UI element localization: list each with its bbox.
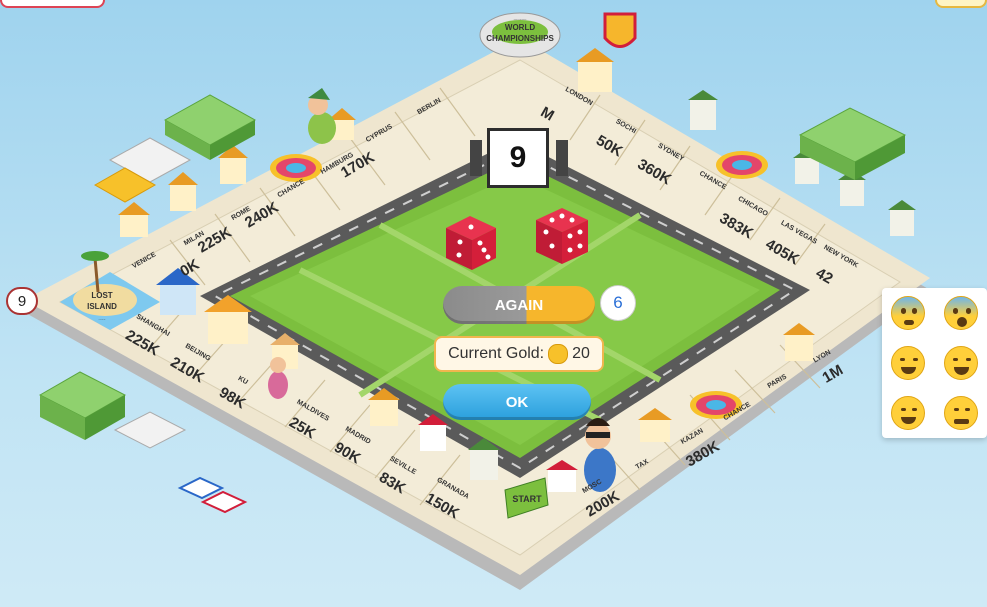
current-gold-amount: 20: [572, 345, 590, 362]
world-championships-label-2: CHAMPIONSHIPS: [486, 34, 554, 43]
ok-button-label: OK: [505, 393, 529, 411]
lost-island-label: LOST: [91, 291, 112, 300]
again-button-label: AGAIN: [494, 296, 544, 314]
crying-emoji-icon[interactable]: [943, 346, 978, 380]
gold-coin-icon: [548, 344, 569, 364]
dice-total-display: 9: [487, 128, 549, 188]
chance-wheel-icon: [716, 151, 768, 179]
card-icon: [177, 476, 248, 514]
angry-emoji-icon[interactable]: [943, 396, 978, 430]
world-championships-label: WORLD: [505, 23, 535, 32]
dice-counter-post-right: [556, 140, 568, 176]
chance-wheel-icon: [270, 154, 322, 182]
player-avatar-pink: [268, 357, 288, 399]
start-label: START: [512, 494, 542, 504]
current-gold-label: Current Gold:: [448, 345, 545, 362]
emoji-panel: [882, 288, 987, 438]
palm-leaves: [81, 251, 109, 261]
player-avatar-green: [308, 88, 336, 144]
fearful-emoji-icon[interactable]: [891, 296, 926, 330]
ok-button[interactable]: OK: [443, 384, 591, 420]
screaming-emoji-icon[interactable]: [943, 296, 978, 330]
current-gold-display: Current Gold: 20: [434, 336, 604, 372]
lost-island-counter: 9: [6, 287, 38, 315]
again-remaining-badge: 6: [600, 285, 636, 321]
dice-counter-post-left: [470, 140, 482, 176]
grinning-emoji-icon[interactable]: [891, 396, 926, 430]
lost-island-label-2: ISLAND: [87, 302, 117, 311]
laughing-tears-emoji-icon[interactable]: [891, 346, 926, 380]
lost-island-sand: [73, 284, 137, 316]
shield-icon: [603, 12, 637, 48]
again-button[interactable]: AGAIN: [443, 286, 595, 324]
